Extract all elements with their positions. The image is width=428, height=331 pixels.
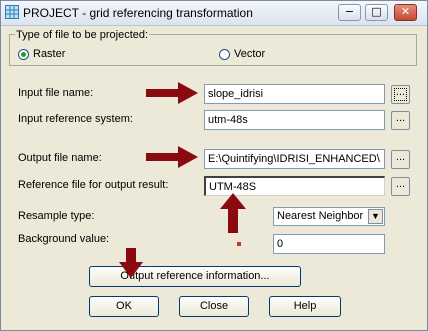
radio-raster-label: Raster xyxy=(33,48,66,60)
radio-vector-label: Vector xyxy=(234,48,266,60)
radio-vector[interactable]: Vector xyxy=(219,48,265,60)
input-file-label: Input file name: xyxy=(18,87,94,99)
input-file-browse-button[interactable]: ... xyxy=(391,85,410,104)
file-type-legend: Type of file to be projected: xyxy=(15,29,150,41)
minimize-icon: − xyxy=(344,5,355,18)
close-button[interactable]: Close xyxy=(179,296,249,317)
chevron-down-icon[interactable]: ▼ xyxy=(368,209,383,224)
close-window-button[interactable]: ✕ xyxy=(394,4,417,21)
maximize-button[interactable]: □ xyxy=(365,4,388,21)
output-file-browse-button[interactable]: ... xyxy=(391,150,410,169)
minimize-button[interactable]: − xyxy=(338,4,361,21)
window-title: PROJECT - grid referencing transformatio… xyxy=(23,6,253,20)
arrow-icon xyxy=(146,82,198,104)
output-file-label: Output file name: xyxy=(18,152,102,164)
arrow-icon xyxy=(146,146,198,168)
input-ref-field[interactable]: utm-48s xyxy=(204,110,385,130)
resample-label: Resample type: xyxy=(18,210,95,222)
maximize-icon: □ xyxy=(371,5,382,18)
annotation-dot xyxy=(237,242,241,246)
title-bar[interactable]: PROJECT - grid referencing transformatio… xyxy=(1,1,427,26)
resample-value: Nearest Neighbor xyxy=(277,210,364,222)
arrow-icon xyxy=(220,193,246,233)
dialog-body: Type of file to be projected: Raster Vec… xyxy=(1,26,427,330)
background-field[interactable]: 0 xyxy=(273,234,385,254)
help-button[interactable]: Help xyxy=(269,296,341,317)
arrow-icon xyxy=(119,248,143,278)
radio-raster[interactable]: Raster xyxy=(18,48,65,60)
background-label: Background value: xyxy=(18,233,110,245)
output-file-field[interactable]: E:\Quintifying\IDRISI_ENHANCED\ xyxy=(204,149,385,169)
ref-output-browse-button[interactable]: ... xyxy=(391,177,410,196)
radio-raster-indicator xyxy=(18,48,29,60)
input-ref-label: Input reference system: xyxy=(18,113,133,125)
input-file-field[interactable]: slope_idrisi xyxy=(204,84,385,104)
radio-vector-indicator xyxy=(219,48,230,60)
ref-output-label: Reference file for output result: xyxy=(18,179,169,191)
project-dialog-window: PROJECT - grid referencing transformatio… xyxy=(0,0,428,331)
ok-button[interactable]: OK xyxy=(89,296,159,317)
resample-select[interactable]: Nearest Neighbor ▼ xyxy=(273,207,385,226)
input-ref-browse-button[interactable]: ... xyxy=(391,111,410,130)
close-icon: ✕ xyxy=(400,5,411,18)
grid-app-icon xyxy=(5,5,19,19)
